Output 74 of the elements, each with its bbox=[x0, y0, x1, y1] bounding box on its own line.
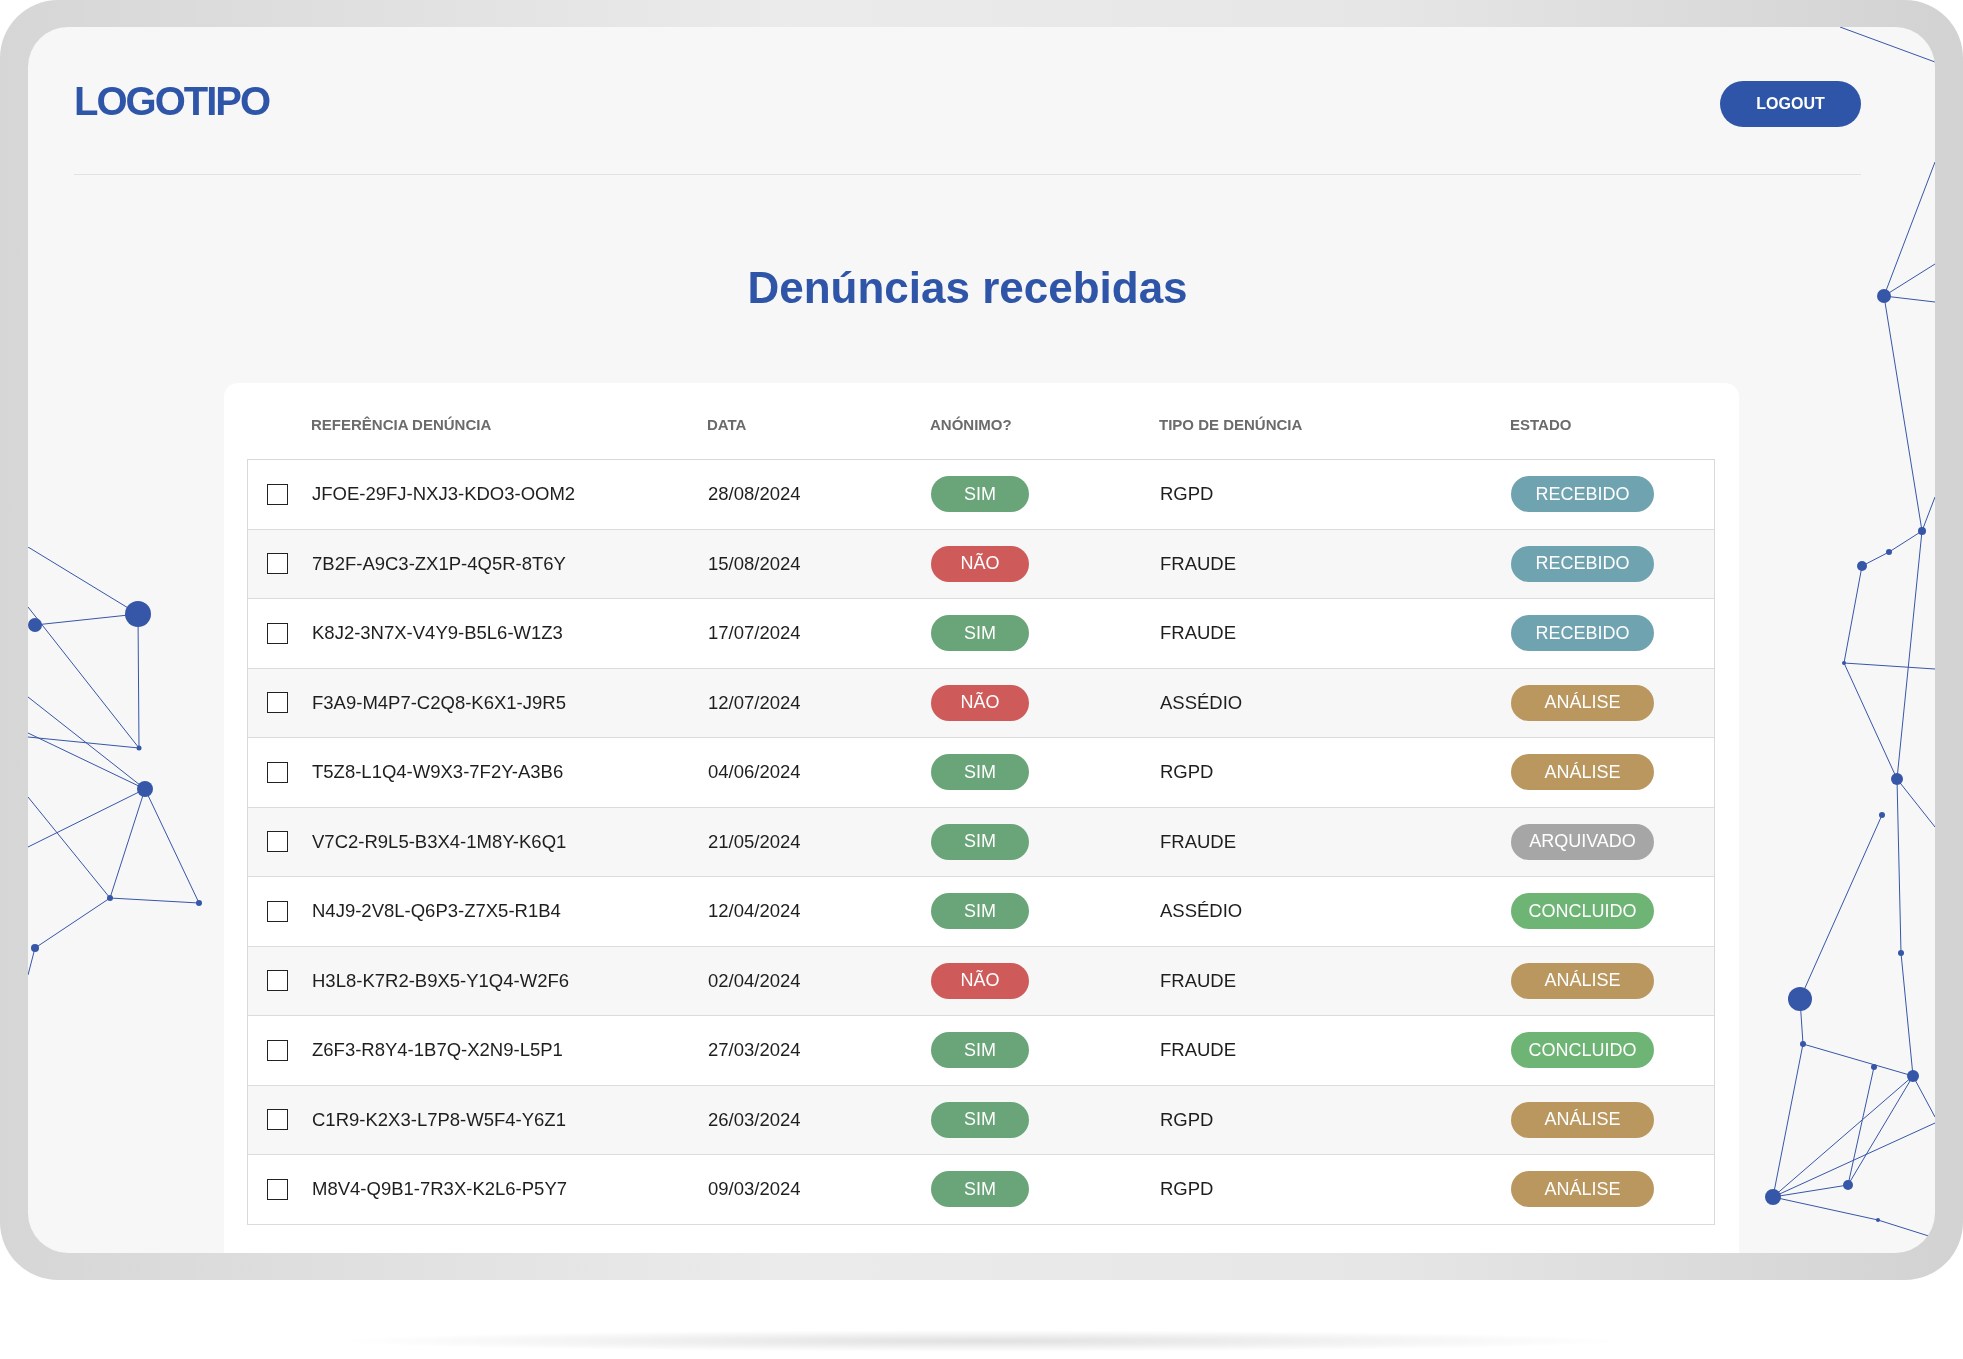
table-cell: 17/07/2024 bbox=[708, 622, 801, 645]
checkbox[interactable] bbox=[267, 1109, 288, 1131]
table-cell: 12/07/2024 bbox=[708, 691, 801, 714]
status-badge: RECEBIDO bbox=[1511, 476, 1654, 513]
table-cell: V7C2-R9L5-B3X4-1M8Y-K6Q1 bbox=[312, 830, 567, 853]
checkbox[interactable] bbox=[267, 1039, 288, 1061]
logout-button[interactable]: LOGOUT bbox=[1720, 80, 1861, 127]
table-cell: FRAUDE bbox=[1160, 552, 1237, 575]
checkbox[interactable] bbox=[267, 483, 288, 505]
logo: LOGOTIPO bbox=[74, 77, 270, 124]
table-cell: 02/04/2024 bbox=[708, 969, 801, 992]
table-cell: 09/03/2024 bbox=[708, 1178, 801, 1201]
table-cell: 04/06/2024 bbox=[708, 761, 801, 784]
column-header: DATA bbox=[707, 414, 748, 433]
status-badge: CONCLUIDO bbox=[1511, 1032, 1654, 1069]
table-cell: 27/03/2024 bbox=[708, 1039, 801, 1062]
table-cell: RGPD bbox=[1160, 483, 1214, 506]
column-header: REFERÊNCIA DENÚNCIA bbox=[311, 414, 493, 433]
checkbox[interactable] bbox=[267, 761, 288, 783]
table-cell: T5Z8-L1Q4-W9X3-7F2Y-A3B6 bbox=[312, 761, 564, 784]
checkbox[interactable] bbox=[267, 831, 288, 853]
checkbox[interactable] bbox=[267, 1178, 288, 1200]
status-badge: RECEBIDO bbox=[1511, 615, 1654, 652]
table-cell: M8V4-Q9B1-7R3X-K2L6-P5Y7 bbox=[312, 1178, 568, 1201]
status-badge: RECEBIDO bbox=[1511, 545, 1654, 582]
table-cell: 7B2F-A9C3-ZX1P-4Q5R-8T6Y bbox=[312, 552, 566, 575]
anonymous-badge: NÃO bbox=[931, 962, 1029, 999]
status-badge: CONCLUIDO bbox=[1511, 893, 1654, 930]
anonymous-badge: SIM bbox=[931, 893, 1029, 930]
status-badge: ANÁLISE bbox=[1511, 1101, 1654, 1138]
table-cell: ASSÉDIO bbox=[1160, 691, 1243, 714]
anonymous-badge: SIM bbox=[931, 1101, 1029, 1138]
anonymous-badge: SIM bbox=[931, 476, 1029, 513]
status-badge: ANÁLISE bbox=[1511, 754, 1654, 791]
column-header: ESTADO bbox=[1510, 414, 1573, 433]
table-cell: 26/03/2024 bbox=[708, 1108, 801, 1131]
table-cell: RGPD bbox=[1160, 761, 1214, 784]
checkbox[interactable] bbox=[267, 622, 288, 644]
table-cell: H3L8-K7R2-B9X5-Y1Q4-W2F6 bbox=[312, 969, 570, 992]
table-cell: 21/05/2024 bbox=[708, 830, 801, 853]
anonymous-badge: SIM bbox=[931, 1032, 1029, 1069]
anonymous-badge: NÃO bbox=[931, 684, 1029, 721]
table-cell: F3A9-M4P7-C2Q8-K6X1-J9R5 bbox=[312, 691, 566, 714]
status-badge: ANÁLISE bbox=[1511, 962, 1654, 999]
table-cell: N4J9-2V8L-Q6P3-Z7X5-R1B4 bbox=[312, 900, 561, 923]
table-cell: FRAUDE bbox=[1160, 969, 1237, 992]
anonymous-badge: NÃO bbox=[931, 545, 1029, 582]
table-cell: RGPD bbox=[1160, 1108, 1214, 1131]
table-cell: FRAUDE bbox=[1160, 830, 1237, 853]
anonymous-badge: SIM bbox=[931, 754, 1029, 791]
column-header: TIPO DE DENÚNCIA bbox=[1159, 414, 1304, 433]
table-cell: JFOE-29FJ-NXJ3-KDO3-OOM2 bbox=[312, 483, 576, 506]
status-badge: ARQUIVADO bbox=[1511, 823, 1654, 860]
table-cell: FRAUDE bbox=[1160, 1039, 1237, 1062]
table-cell: 12/04/2024 bbox=[708, 900, 801, 923]
table-cell: Z6F3-R8Y4-1B7Q-X2N9-L5P1 bbox=[312, 1039, 563, 1062]
anonymous-badge: SIM bbox=[931, 823, 1029, 860]
column-header: ANÓNIMO? bbox=[930, 414, 1013, 433]
table-cell: RGPD bbox=[1160, 1178, 1214, 1201]
table-cell: C1R9-K2X3-L7P8-W5F4-Y6Z1 bbox=[312, 1108, 566, 1131]
status-badge: ANÁLISE bbox=[1511, 684, 1654, 721]
page-title: Denúncias recebidas bbox=[746, 263, 1189, 313]
anonymous-badge: SIM bbox=[931, 1171, 1029, 1208]
anonymous-badge: SIM bbox=[931, 615, 1029, 652]
table-cell: ASSÉDIO bbox=[1160, 900, 1243, 923]
table-cell: K8J2-3N7X-V4Y9-B5L6-W1Z3 bbox=[312, 622, 563, 645]
checkbox[interactable] bbox=[267, 900, 288, 922]
table-cell: 15/08/2024 bbox=[708, 552, 801, 575]
status-badge: ANÁLISE bbox=[1511, 1171, 1654, 1208]
table-cell: FRAUDE bbox=[1160, 622, 1237, 645]
table-cell: 28/08/2024 bbox=[708, 483, 801, 506]
checkbox[interactable] bbox=[267, 553, 288, 575]
checkbox[interactable] bbox=[267, 970, 288, 992]
checkbox[interactable] bbox=[267, 692, 288, 714]
